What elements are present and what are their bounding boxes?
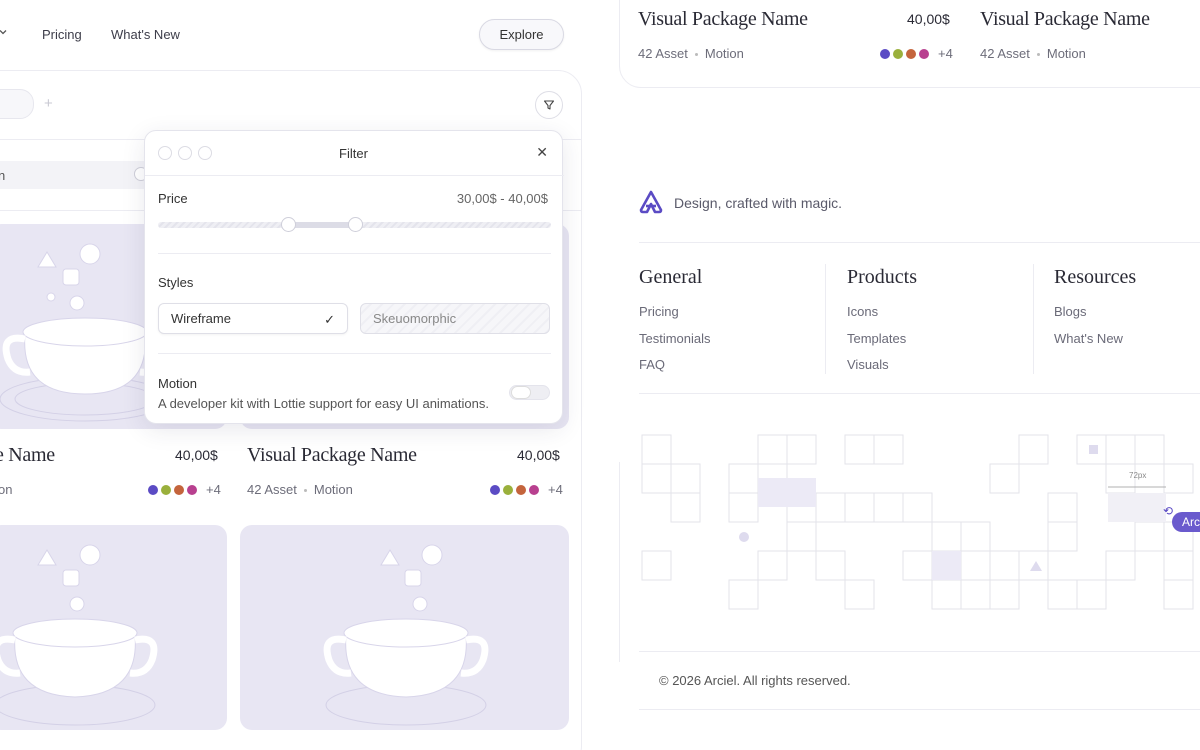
collaborator-badge: Arc xyxy=(1172,512,1200,532)
style-option-label: Skeuomorphic xyxy=(373,311,457,326)
color-swatches: +4 xyxy=(148,482,221,497)
swatch xyxy=(880,48,890,59)
card-meta: 42 Asset Motion xyxy=(980,46,1086,61)
search-field[interactable] xyxy=(0,161,150,189)
swatch xyxy=(503,484,513,495)
filter-title: Filter xyxy=(339,146,368,161)
motion-label: Motion xyxy=(158,376,198,391)
cauldron-illustration xyxy=(323,544,489,726)
card-meta: 42 Asset Motion xyxy=(638,46,744,61)
asset-count: 42 Asset xyxy=(638,46,688,61)
swatch xyxy=(906,48,916,59)
card-price: 40,00$ xyxy=(517,447,560,463)
asset-count: 42 Asset xyxy=(247,482,297,497)
more-colors-count: +4 xyxy=(206,482,221,497)
chevron-down-icon[interactable] xyxy=(0,27,8,39)
filter-popup: Filter ✕ Price 30,00$ - 40,00$ Styles Wi… xyxy=(144,130,564,424)
price-range-value: 30,00$ - 40,00$ xyxy=(456,191,548,206)
frame-border xyxy=(619,462,620,662)
swatch xyxy=(148,484,158,495)
divider xyxy=(158,353,551,354)
swatch xyxy=(516,484,526,495)
more-colors-count: +4 xyxy=(938,46,953,61)
filter-button[interactable] xyxy=(535,91,563,119)
separator xyxy=(1036,53,1040,57)
footer-link-testimonials[interactable]: Testimonials xyxy=(639,331,711,346)
divider xyxy=(639,393,1200,394)
footer-link-visuals[interactable]: Visuals xyxy=(847,357,889,372)
divider xyxy=(639,651,1200,652)
footer-link-faq[interactable]: FAQ xyxy=(639,357,665,372)
check-icon: ✓ xyxy=(324,312,335,327)
footer-heading-resources: Resources xyxy=(1054,266,1137,288)
cursor-icon: ⟲ xyxy=(1163,504,1174,518)
price-slider-fill xyxy=(287,222,355,228)
filter-icon xyxy=(543,100,555,110)
divider xyxy=(639,709,1200,710)
footer-heading-products: Products xyxy=(847,266,917,288)
color-swatches: +4 xyxy=(490,482,563,497)
swatch xyxy=(174,484,184,495)
decorative-tile-grid xyxy=(641,434,1194,610)
card-price: 40,00$ xyxy=(907,11,950,27)
swatch xyxy=(529,484,539,495)
footer-link-blogs[interactable]: Blogs xyxy=(1054,304,1087,319)
card-title[interactable]: Visual Package Name xyxy=(980,8,1150,31)
card-meta: 42 Asset Motion xyxy=(247,482,353,497)
nav-link-pricing[interactable]: Pricing xyxy=(42,27,82,42)
more-colors-count: +4 xyxy=(548,482,563,497)
asset-type: Motion xyxy=(704,46,744,61)
card-thumbnail[interactable] xyxy=(240,525,569,730)
brand-logo-icon[interactable] xyxy=(639,190,663,219)
plus-icon[interactable]: + xyxy=(44,95,53,112)
footer-link-icons[interactable]: Icons xyxy=(847,304,878,319)
card-thumbnail[interactable] xyxy=(0,525,227,730)
divider xyxy=(639,242,1200,243)
style-option-wireframe[interactable]: Wireframe ✓ xyxy=(158,303,348,334)
price-slider-max-handle[interactable] xyxy=(347,217,363,232)
close-icon[interactable]: ✕ xyxy=(536,144,548,161)
footer-link-pricing[interactable]: Pricing xyxy=(639,304,679,319)
card-title[interactable]: Visual Package Name xyxy=(638,8,808,31)
separator xyxy=(694,53,698,57)
cauldron-illustration xyxy=(0,544,158,726)
price-slider-min-handle[interactable] xyxy=(280,217,296,232)
card-meta: on xyxy=(0,482,13,497)
swatch xyxy=(187,484,197,495)
divider xyxy=(158,253,551,254)
nav-link-whats-new[interactable]: What's New xyxy=(111,27,180,42)
asset-type: Motion xyxy=(1046,46,1086,61)
style-option-skeuomorphic[interactable]: Skeuomorphic xyxy=(360,303,550,334)
explore-button[interactable]: Explore xyxy=(479,19,564,50)
search-input[interactable] xyxy=(0,89,34,119)
card-price: 40,00$ xyxy=(175,447,218,463)
asset-count: 42 Asset xyxy=(980,46,1030,61)
styles-label: Styles xyxy=(158,275,194,290)
color-swatches: +4 xyxy=(880,46,953,61)
footer-link-templates[interactable]: Templates xyxy=(847,331,906,346)
card-title[interactable]: Visual Package Name xyxy=(247,444,417,467)
separator xyxy=(303,489,307,493)
swatch xyxy=(490,484,500,495)
price-label: Price xyxy=(158,191,188,206)
divider xyxy=(145,175,564,176)
swatch xyxy=(919,48,929,59)
brand-tagline: Design, crafted with magic. xyxy=(674,195,843,211)
swatch xyxy=(161,484,171,495)
asset-type: Motion xyxy=(313,482,353,497)
footer-heading-general: General xyxy=(639,266,703,288)
copyright-text: © 2026 Arciel. All rights reserved. xyxy=(659,673,851,688)
motion-description: A developer kit with Lottie support for … xyxy=(158,396,489,411)
column-divider xyxy=(825,264,826,374)
card-title[interactable]: e Name xyxy=(0,444,55,467)
swatch xyxy=(893,48,903,59)
column-divider xyxy=(1033,264,1034,374)
search-field-value: n xyxy=(0,168,6,183)
motion-toggle[interactable] xyxy=(509,385,550,400)
footer-link-whats-new[interactable]: What's New xyxy=(1054,331,1123,346)
toggle-knob xyxy=(511,386,531,399)
measure-label: 72px xyxy=(1129,471,1147,480)
style-option-label: Wireframe xyxy=(171,311,231,326)
